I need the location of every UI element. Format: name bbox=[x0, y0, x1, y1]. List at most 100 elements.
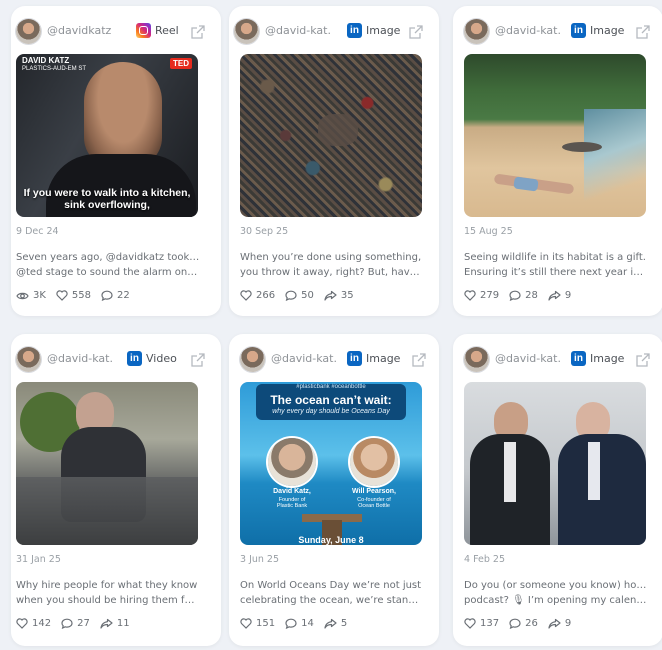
external-link-icon[interactable] bbox=[409, 25, 423, 39]
event-date: Sunday, June 8 bbox=[298, 535, 364, 545]
external-link-icon[interactable] bbox=[191, 353, 205, 367]
avatar bbox=[234, 19, 259, 44]
caption-line: celebrating the ocean, we’re standing... bbox=[240, 595, 424, 606]
comment-icon bbox=[285, 618, 297, 629]
external-link-icon[interactable] bbox=[636, 25, 650, 39]
comment-icon bbox=[509, 290, 521, 301]
likes-stat: 151 bbox=[240, 618, 275, 629]
subtitle-line: sink overflowing, bbox=[64, 199, 150, 211]
likes-stat: 558 bbox=[56, 290, 91, 301]
post-card[interactable]: @davidkatz Reel DAVID KATZ PLASTICS-AUD-… bbox=[11, 6, 221, 316]
post-caption: Why hire people for what they know when … bbox=[16, 578, 200, 608]
likes-stat: 266 bbox=[240, 290, 275, 301]
post-media[interactable] bbox=[16, 382, 198, 545]
post-caption: When you’re done using something, you th… bbox=[240, 250, 424, 280]
account-handle: @david-kat... bbox=[47, 352, 113, 365]
post-card[interactable]: @david-kat... in Video 31 Jan 25 Why hir… bbox=[11, 334, 221, 646]
post-media[interactable]: #plasticbank #oceanbottle The ocean can’… bbox=[240, 382, 422, 545]
share-icon bbox=[100, 618, 113, 629]
shares-count: 5 bbox=[340, 618, 348, 629]
external-link-icon[interactable] bbox=[636, 353, 650, 367]
caption-line: Do you (or someone you know) host a bbox=[464, 580, 648, 591]
person1-role: Founder of Plastic Bank bbox=[252, 497, 332, 509]
comments-stat: 50 bbox=[285, 290, 314, 301]
person1-role-line: Plastic Bank bbox=[276, 503, 308, 509]
account-handle: @david-kat... bbox=[271, 352, 337, 365]
post-date: 3 Jun 25 bbox=[240, 554, 280, 565]
caption-line: Seeing wildlife in its habitat is a gift… bbox=[464, 252, 646, 263]
post-date: 15 Aug 25 bbox=[464, 226, 513, 237]
post-hashtags: #plasticbank #oceanbottle bbox=[296, 384, 366, 390]
post-media[interactable]: DAVID KATZ PLASTICS-AUD-EM ST TED If you… bbox=[16, 54, 198, 217]
comments-stat: 14 bbox=[285, 618, 314, 629]
instagram-icon bbox=[136, 23, 151, 38]
post-media[interactable] bbox=[464, 54, 646, 217]
external-link-icon[interactable] bbox=[191, 25, 205, 39]
caption-line: On World Oceans Day we’re not just bbox=[240, 580, 422, 591]
post-stats: 142 27 11 bbox=[16, 618, 140, 629]
speaker-org: PLASTICS-AUD-EM ST bbox=[22, 66, 87, 72]
likes-stat: 137 bbox=[464, 618, 499, 629]
post-card[interactable]: @david-kat... in Image 15 Aug 25 Seeing … bbox=[453, 6, 662, 316]
account-handle: @david-kat... bbox=[265, 24, 331, 37]
heart-icon bbox=[464, 290, 476, 301]
likes-stat: 142 bbox=[16, 618, 51, 629]
video-subtitle: If you were to walk into a kitchen, sink… bbox=[16, 187, 198, 211]
linkedin-icon: in bbox=[571, 23, 586, 38]
share-icon bbox=[548, 618, 561, 629]
post-header: @david-kat... in Image bbox=[453, 347, 662, 373]
person1-name: David Katz, bbox=[273, 488, 311, 495]
comments-count: 14 bbox=[301, 618, 314, 629]
graphic-title: The ocean can’t wait: bbox=[270, 393, 392, 407]
likes-count: 142 bbox=[32, 618, 52, 629]
external-link-icon[interactable] bbox=[412, 353, 426, 367]
linkedin-icon: in bbox=[347, 351, 362, 366]
post-header: @david-kat... in Image bbox=[229, 19, 439, 45]
subtitle-line: If you were to walk into a kitchen, bbox=[23, 187, 191, 199]
platform-tag: in Image bbox=[571, 23, 624, 38]
comment-icon bbox=[61, 618, 73, 629]
eye-icon bbox=[16, 292, 29, 299]
likes-count: 151 bbox=[256, 618, 276, 629]
post-date: 30 Sep 25 bbox=[240, 226, 289, 237]
ted-logo: TED bbox=[170, 58, 192, 69]
share-icon bbox=[548, 290, 561, 301]
caption-line: when you should be hiring them for... bbox=[16, 595, 200, 606]
post-media[interactable] bbox=[240, 54, 422, 217]
comments-count: 22 bbox=[117, 290, 130, 301]
post-stats: 3K 558 22 bbox=[16, 290, 140, 301]
speaker-name: DAVID KATZ bbox=[22, 56, 70, 65]
person2-role-line: Ocean Bottle bbox=[358, 503, 390, 509]
post-card[interactable]: @david-kat... in Image 4 Feb 25 Do you (… bbox=[453, 334, 662, 646]
post-stats: 137 26 9 bbox=[464, 618, 581, 629]
post-type-label: Image bbox=[590, 352, 625, 365]
linkedin-icon: in bbox=[571, 351, 586, 366]
post-media[interactable] bbox=[464, 382, 646, 545]
caption-line: When you’re done using something, bbox=[240, 252, 422, 263]
post-card[interactable]: @david-kat... in Image #plasticbank #oce… bbox=[229, 334, 439, 646]
post-type-label: Image bbox=[590, 24, 625, 37]
likes-stat: 279 bbox=[464, 290, 499, 301]
post-stats: 266 50 35 bbox=[240, 290, 364, 301]
platform-tag: in Image bbox=[571, 351, 624, 366]
avatar bbox=[240, 347, 265, 372]
share-icon bbox=[324, 618, 337, 629]
post-type-label: Image bbox=[366, 24, 401, 37]
comments-count: 50 bbox=[301, 290, 314, 301]
post-date: 4 Feb 25 bbox=[464, 554, 505, 565]
share-icon bbox=[324, 290, 337, 301]
comments-stat: 22 bbox=[101, 290, 130, 301]
likes-count: 279 bbox=[480, 290, 500, 301]
post-type-label: Image bbox=[366, 352, 401, 365]
post-header: @david-kat... in Video bbox=[11, 347, 221, 373]
shares-stat: 9 bbox=[548, 290, 571, 301]
speaker-lower-third: DAVID KATZ PLASTICS-AUD-EM ST bbox=[22, 56, 86, 74]
comment-icon bbox=[285, 290, 297, 301]
comments-count: 26 bbox=[525, 618, 538, 629]
shares-count: 9 bbox=[564, 290, 572, 301]
post-card[interactable]: @david-kat... in Image 30 Sep 25 When yo… bbox=[229, 6, 439, 316]
views-stat: 3K bbox=[16, 290, 46, 301]
views-count: 3K bbox=[33, 290, 46, 301]
account-handle: @david-kat... bbox=[495, 24, 561, 37]
post-type-label: Reel bbox=[155, 24, 179, 37]
